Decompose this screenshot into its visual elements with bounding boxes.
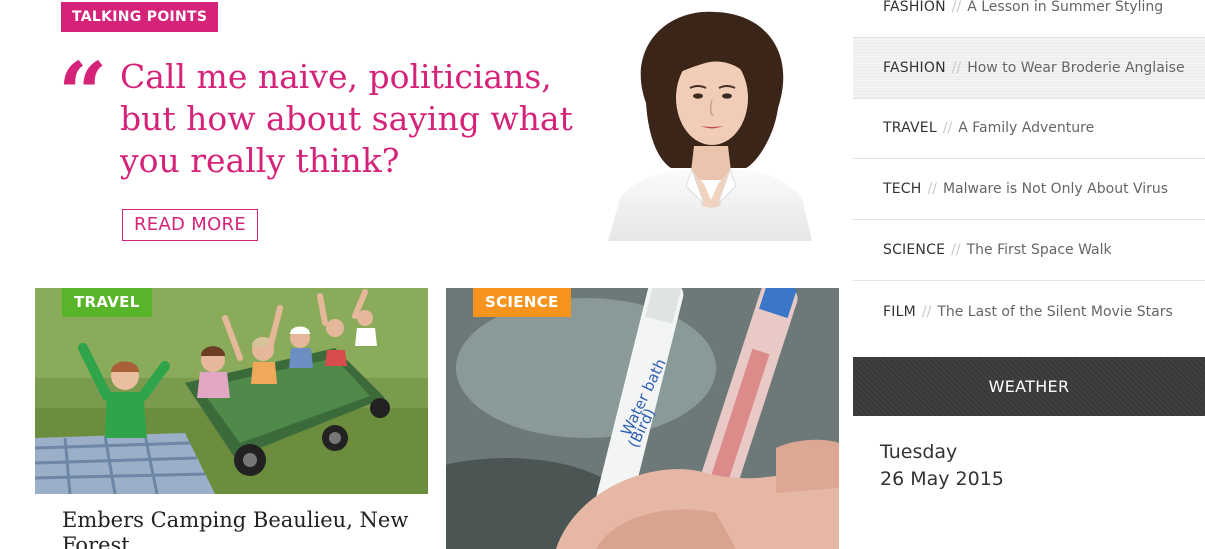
- list-item-separator: //: [951, 0, 962, 15]
- featured-quote[interactable]: Call me naive, politicians, but how abou…: [120, 56, 590, 182]
- list-item-separator: //: [927, 181, 937, 197]
- list-item[interactable]: SCIENCE // The First Space Walk: [853, 220, 1205, 281]
- category-badge-science[interactable]: SCIENCE: [473, 288, 571, 317]
- science-article-image[interactable]: Water bath (Bird): [446, 288, 839, 549]
- weather-heading[interactable]: WEATHER: [853, 357, 1205, 416]
- list-item-category: TRAVEL: [883, 120, 937, 136]
- quote-mark-icon: “: [58, 44, 108, 145]
- list-item[interactable]: TECH // Malware is Not Only About Virus: [853, 159, 1205, 220]
- weather-date: 26 May 2015: [880, 468, 1004, 490]
- list-item[interactable]: FASHION // A Lesson in Summer Styling: [853, 0, 1205, 38]
- talking-points-badge[interactable]: TALKING POINTS: [61, 2, 219, 32]
- weather-day: Tuesday: [880, 441, 958, 463]
- list-item[interactable]: TRAVEL // A Family Adventure: [853, 98, 1205, 159]
- list-item-title[interactable]: A Lesson in Summer Styling: [967, 0, 1163, 15]
- list-item-separator: //: [951, 242, 961, 258]
- list-item-title[interactable]: How to Wear Broderie Anglaise: [967, 60, 1184, 76]
- list-item-separator: //: [921, 303, 932, 320]
- list-item-category: FASHION: [883, 0, 946, 15]
- list-item-category: FASHION: [883, 60, 946, 76]
- read-more-button[interactable]: READ MORE: [122, 209, 258, 241]
- list-item-category: TECH: [883, 181, 922, 197]
- category-badge-travel[interactable]: TRAVEL: [62, 288, 152, 317]
- list-item-title[interactable]: A Family Adventure: [958, 120, 1094, 136]
- list-item[interactable]: FASHION // How to Wear Broderie Anglaise: [853, 38, 1205, 99]
- list-item-category: SCIENCE: [883, 242, 946, 258]
- list-item-category: FILM: [883, 303, 916, 320]
- article-title[interactable]: Embers Camping Beaulieu, New Forest: [62, 508, 422, 549]
- columnist-portrait: [608, 11, 812, 241]
- list-item-title[interactable]: The Last of the Silent Movie Stars: [937, 304, 1172, 320]
- list-item[interactable]: FILM // The Last of the Silent Movie Sta…: [853, 281, 1205, 342]
- list-item-title[interactable]: The First Space Walk: [967, 242, 1112, 258]
- list-item-separator: //: [951, 60, 962, 76]
- list-item-title[interactable]: Malware is Not Only About Virus: [943, 181, 1168, 197]
- travel-article-image[interactable]: [35, 288, 428, 494]
- list-item-separator: //: [942, 120, 953, 136]
